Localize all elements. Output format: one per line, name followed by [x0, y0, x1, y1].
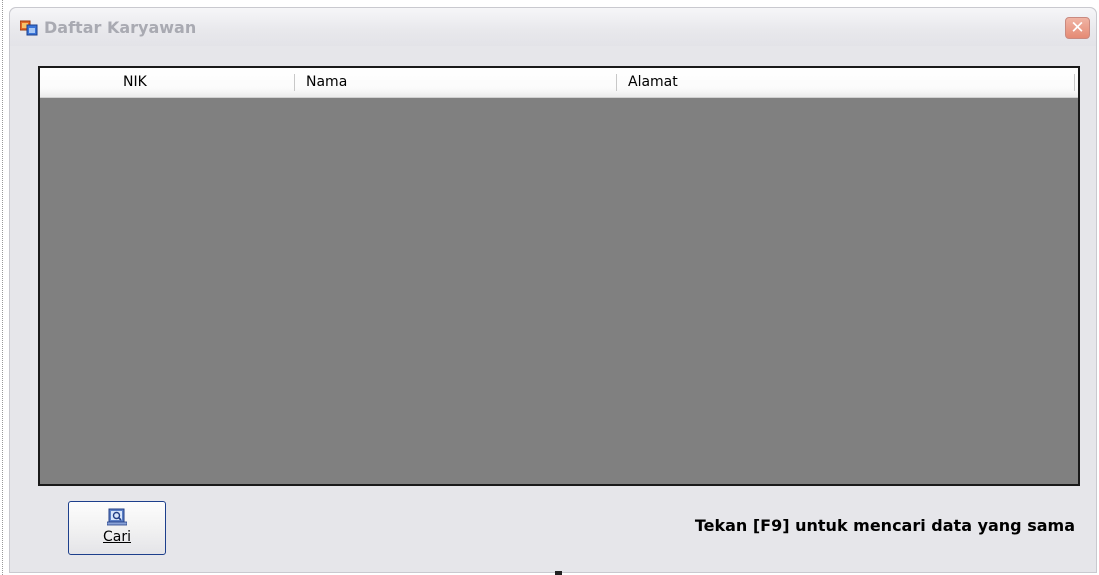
- title-bar[interactable]: Daftar Karyawan ✕: [10, 8, 1096, 46]
- form-window: Daftar Karyawan ✕ NIK Nama Alamat Cari T…: [9, 7, 1097, 573]
- search-button[interactable]: Cari: [68, 501, 166, 555]
- f9-hint-label: Tekan [F9] untuk mencari data yang sama: [694, 516, 1075, 535]
- column-header-nama[interactable]: Nama: [295, 68, 616, 97]
- close-icon: ✕: [1070, 18, 1085, 38]
- grid-corner-cell[interactable]: [40, 68, 112, 97]
- designer-edge: [2, 0, 3, 575]
- employee-data-grid[interactable]: NIK Nama Alamat: [38, 66, 1080, 486]
- column-header-nik[interactable]: NIK: [112, 68, 294, 97]
- window-title: Daftar Karyawan: [44, 18, 197, 37]
- column-header-alamat[interactable]: Alamat: [617, 68, 1073, 97]
- column-header-label: NIK: [123, 74, 147, 90]
- resize-marker: [555, 571, 562, 575]
- search-book-icon: [107, 508, 127, 526]
- form-window-icon: [20, 20, 38, 36]
- grid-header-row: NIK Nama Alamat: [40, 68, 1078, 98]
- search-button-label: Cari: [103, 529, 131, 545]
- close-button[interactable]: ✕: [1065, 17, 1090, 39]
- column-divider[interactable]: [1074, 74, 1075, 91]
- column-header-label: Nama: [306, 74, 348, 90]
- column-header-label: Alamat: [628, 74, 678, 90]
